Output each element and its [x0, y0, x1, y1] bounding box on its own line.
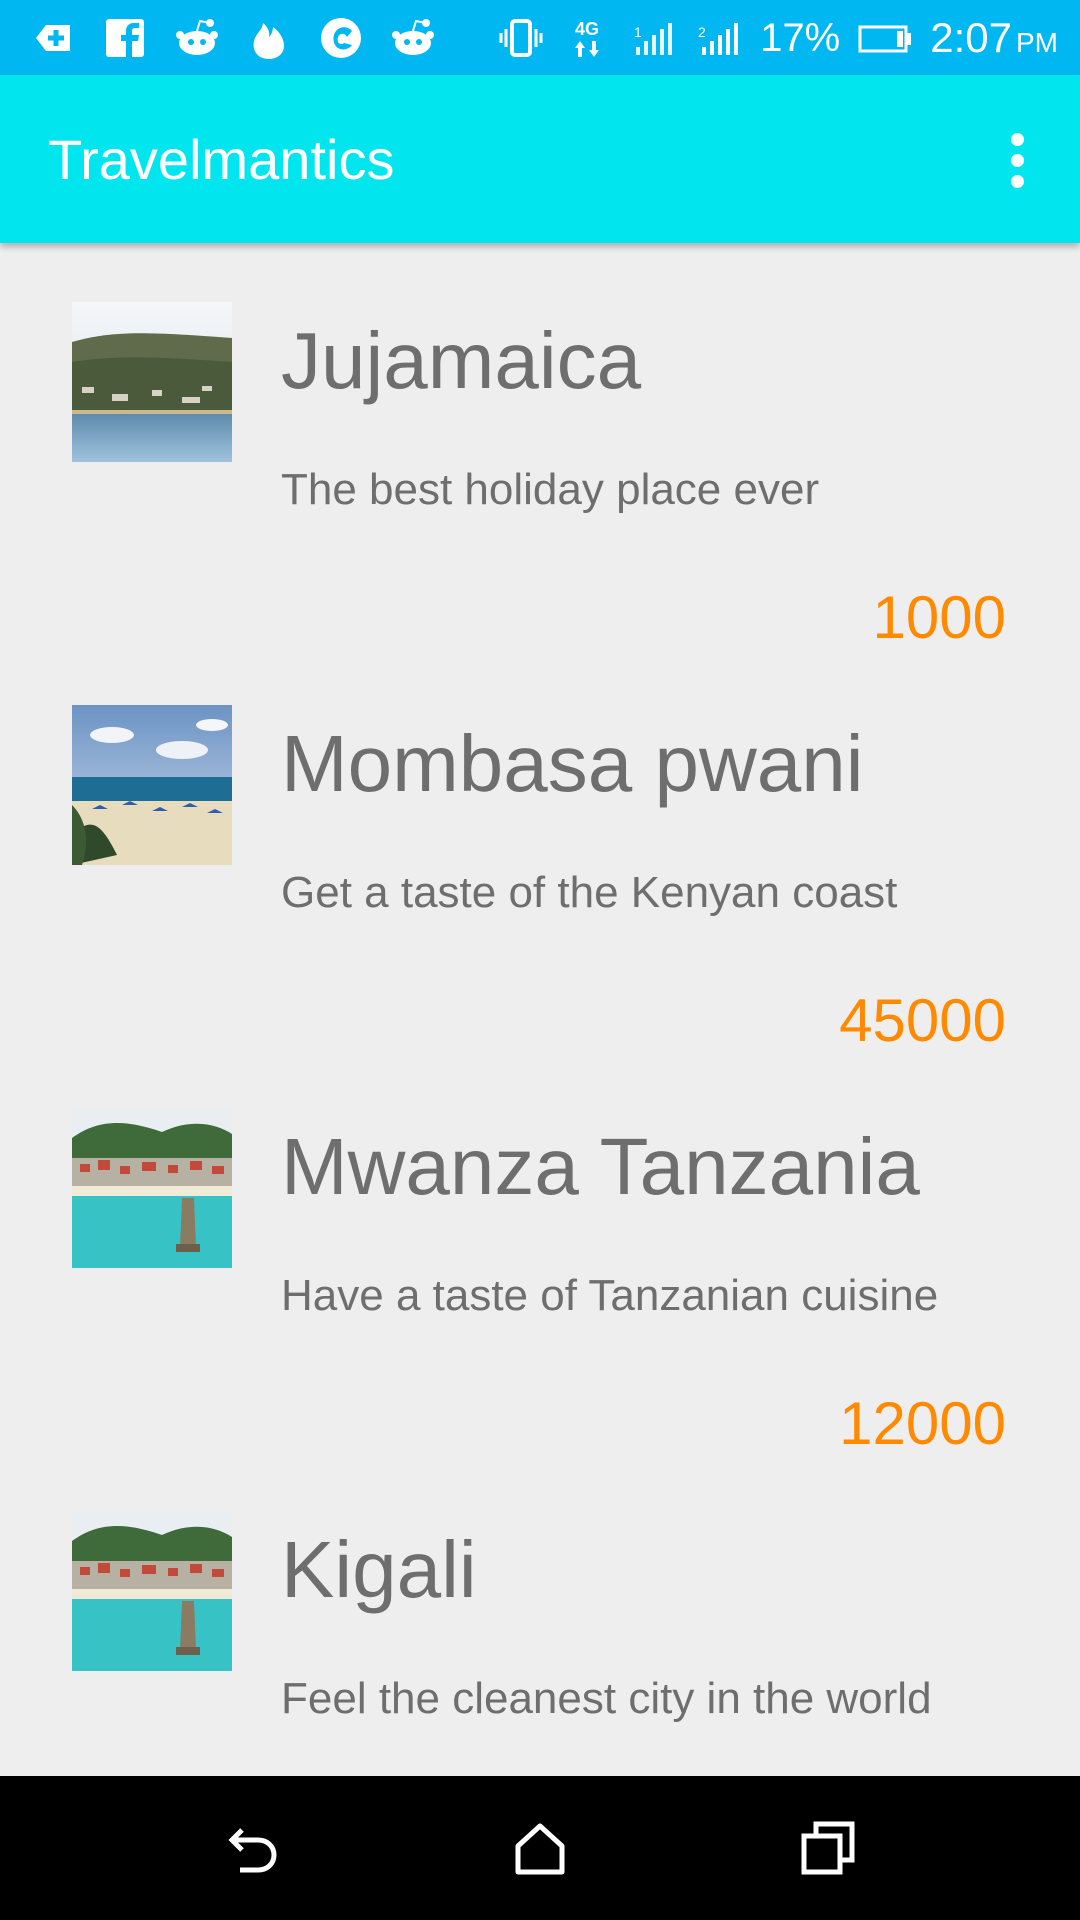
clock-ampm: PM	[1016, 27, 1058, 58]
reddit-icon	[172, 13, 222, 63]
list-item[interactable]: Mwanza Tanzania Have a taste of Tanzania…	[0, 1049, 1080, 1457]
deal-price: 1000	[872, 584, 1006, 651]
harbor-town-image	[72, 1511, 232, 1671]
deal-title: Mombasa pwani	[281, 719, 864, 808]
deal-title: Jujamaica	[281, 316, 642, 405]
tinder-icon	[244, 13, 294, 63]
deal-title: Mwanza Tanzania	[281, 1122, 920, 1211]
add-icon	[28, 13, 78, 63]
clock-time: 2:07	[930, 14, 1012, 61]
svg-text:2: 2	[698, 24, 706, 40]
vibrate-icon	[496, 13, 546, 63]
home-icon[interactable]	[504, 1812, 576, 1884]
overflow-menu-icon[interactable]	[982, 125, 1052, 195]
harbor-town-image	[72, 1108, 232, 1268]
signal-2-icon: 2	[694, 13, 744, 63]
recents-icon[interactable]	[792, 1812, 864, 1884]
status-bar: 4G 1 2 17% 2:07 PM	[0, 0, 1080, 75]
deal-list[interactable]: Jujamaica The best holiday place ever 10…	[0, 243, 1080, 1776]
notification-icons	[28, 10, 438, 66]
clock: 2:07 PM	[930, 14, 1058, 62]
beach-umbrellas-image	[72, 705, 232, 865]
back-icon[interactable]	[216, 1812, 288, 1884]
list-item[interactable]: Kigali Feel the cleanest city in the wor…	[0, 1452, 1080, 1776]
reddit-icon	[388, 13, 438, 63]
battery-icon	[856, 13, 914, 63]
deal-price: 12000	[839, 1390, 1006, 1457]
app-title: Travelmantics	[48, 128, 395, 191]
svg-text:1: 1	[634, 24, 642, 40]
app-bar: Travelmantics	[0, 75, 1080, 243]
opera-icon	[316, 13, 366, 63]
svg-text:4G: 4G	[575, 19, 599, 39]
network-4g-icon: 4G	[562, 13, 612, 63]
resort-hillside-image	[72, 302, 232, 462]
deal-price: 45000	[839, 987, 1006, 1054]
facebook-icon	[100, 13, 150, 63]
list-item[interactable]: Mombasa pwani Get a taste of the Kenyan …	[0, 646, 1080, 1054]
signal-1-icon: 1	[628, 13, 678, 63]
battery-percent: 17%	[760, 15, 841, 60]
deal-description: Have a taste of Tanzanian cuisine	[281, 1271, 939, 1320]
deal-description: Feel the cleanest city in the world	[281, 1674, 932, 1723]
deal-title: Kigali	[281, 1525, 477, 1614]
list-item[interactable]: Jujamaica The best holiday place ever 10…	[0, 243, 1080, 651]
deal-description: Get a taste of the Kenyan coast	[281, 868, 898, 917]
system-status: 4G 1 2 17% 2:07 PM	[496, 8, 1058, 68]
navigation-bar	[0, 1776, 1080, 1920]
deal-description: The best holiday place ever	[281, 465, 820, 514]
